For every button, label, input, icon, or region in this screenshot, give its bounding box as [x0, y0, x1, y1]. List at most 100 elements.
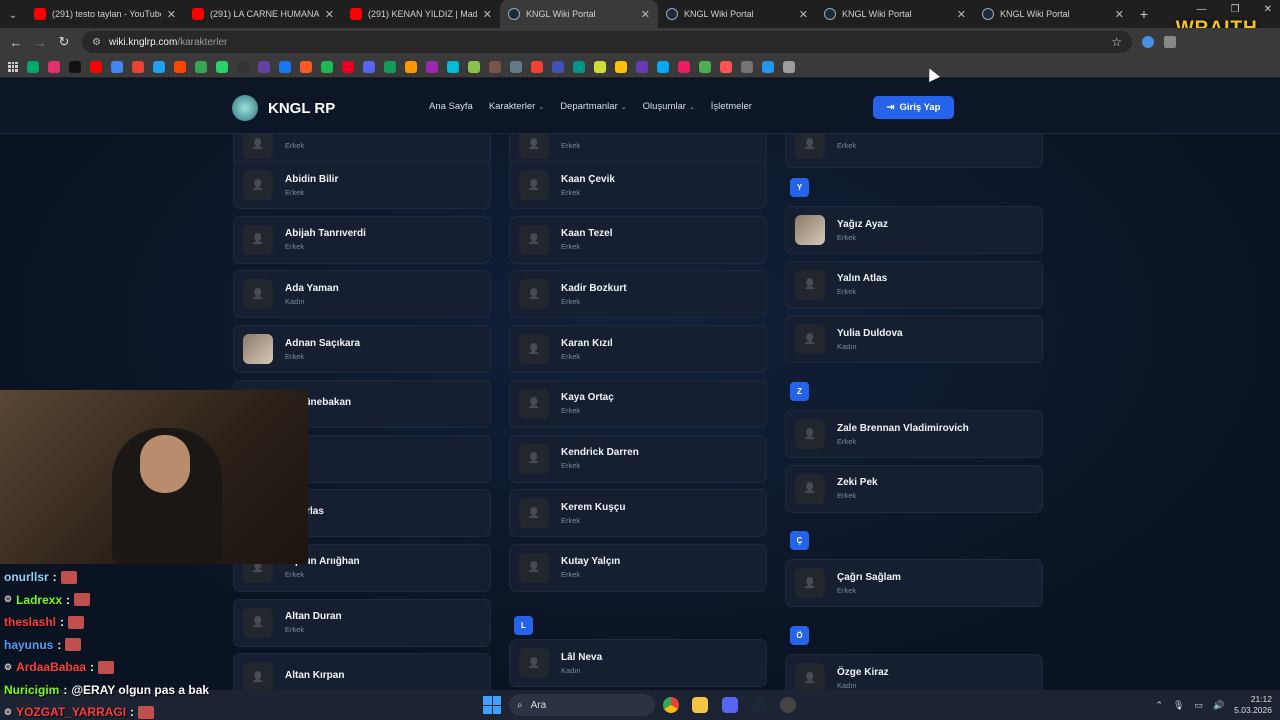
bookmark-icon[interactable]: [405, 60, 417, 73]
character-card[interactable]: 👤 Kadir Bozkurt Erkek: [509, 270, 767, 319]
bookmark-icon[interactable]: [195, 60, 207, 73]
bookmark-icon[interactable]: [90, 60, 102, 73]
bookmark-icon[interactable]: [531, 60, 543, 73]
character-card[interactable]: 👤 Altan Duran Erkek: [233, 598, 491, 647]
bookmark-icon[interactable]: [27, 60, 39, 73]
chat-username[interactable]: hayunus: [4, 638, 53, 652]
reload-icon[interactable]: ↻: [52, 34, 76, 50]
tab-close-icon[interactable]: ✕: [1115, 8, 1124, 21]
login-button[interactable]: ⇥ Giriş Yap: [873, 96, 954, 119]
network-icon[interactable]: ▭: [1194, 700, 1203, 711]
bookmark-icon[interactable]: [363, 60, 375, 73]
extension-icon[interactable]: [1142, 36, 1154, 48]
chat-username[interactable]: Ladrexx: [16, 593, 62, 607]
forward-arrow-icon[interactable]: →: [28, 35, 52, 50]
bookmark-icon[interactable]: [300, 60, 312, 73]
nav-item[interactable]: Ana Sayfa: [429, 101, 473, 112]
character-card[interactable]: 👤 Kaan Tezel Erkek: [509, 215, 767, 264]
character-card[interactable]: 👤 Altan Kırpan: [233, 653, 491, 690]
tab-close-icon[interactable]: ✕: [483, 8, 492, 21]
bookmark-icon[interactable]: [321, 60, 333, 73]
bookmark-star-icon[interactable]: ☆: [1111, 35, 1122, 49]
bookmark-icon[interactable]: [258, 60, 270, 73]
character-card[interactable]: 👤 Ada Yaman Kadın: [233, 270, 491, 319]
file-explorer-icon[interactable]: [692, 697, 708, 713]
bookmark-icon[interactable]: [657, 60, 669, 73]
bookmark-icon[interactable]: [636, 60, 648, 73]
browser-tab[interactable]: (291) LA CARNE HUMANA SE C ✕: [184, 0, 342, 28]
clock[interactable]: 21:12 5.03.2026: [1234, 694, 1272, 716]
bookmark-icon[interactable]: [48, 60, 60, 73]
character-card[interactable]: 👤 Lâl Neva Kadın: [509, 639, 767, 687]
bookmark-icon[interactable]: [762, 60, 774, 73]
apps-grid-icon[interactable]: [8, 61, 18, 72]
chat-username[interactable]: onurllsr: [4, 570, 49, 584]
bookmark-icon[interactable]: [174, 60, 186, 73]
bookmark-icon[interactable]: [489, 60, 501, 73]
nav-item[interactable]: İşletmeler: [711, 101, 752, 112]
character-card[interactable]: 👤 Çağrı Sağlam Erkek: [785, 559, 1043, 607]
tab-close-icon[interactable]: ✕: [641, 8, 650, 21]
bookmark-icon[interactable]: [594, 60, 606, 73]
chat-username[interactable]: YOZGAT_YARRAGI: [16, 705, 126, 719]
restore-icon[interactable]: ❐: [1231, 4, 1240, 15]
nav-item[interactable]: Departmanlar ⌄: [560, 101, 626, 112]
nav-item[interactable]: Oluşumlar ⌄: [643, 101, 695, 112]
steam-icon[interactable]: [751, 697, 767, 713]
character-card[interactable]: 👤 Kaan Çevik Erkek: [509, 161, 767, 209]
minimize-icon[interactable]: —: [1197, 4, 1207, 15]
character-card[interactable]: 👤 Yulia Duldova Kadın: [785, 315, 1043, 364]
tray-chevron-icon[interactable]: ⌃: [1155, 700, 1163, 711]
bookmark-icon[interactable]: [384, 60, 396, 73]
chat-username[interactable]: Nuricigim: [4, 683, 59, 697]
url-bar[interactable]: ⚙ wiki.knglrp.com/karakterler ☆: [82, 31, 1132, 53]
character-card[interactable]: 👤 Zale Brennan Vladimirovich Erkek: [785, 410, 1043, 458]
browser-tab[interactable]: KNGL Wiki Portal ✕: [658, 0, 816, 28]
volume-icon[interactable]: 🔊: [1213, 700, 1224, 711]
bookmark-icon[interactable]: [69, 60, 81, 73]
bookmark-icon[interactable]: [510, 60, 522, 73]
tab-close-icon[interactable]: ✕: [167, 8, 176, 21]
browser-tab[interactable]: KNGL Wiki Portal ✕: [974, 0, 1132, 28]
site-info-icon[interactable]: ⚙: [92, 37, 101, 48]
bookmark-icon[interactable]: [678, 60, 690, 73]
bookmark-icon[interactable]: [741, 60, 753, 73]
character-card[interactable]: 👤 Kaya Ortaç Erkek: [509, 379, 767, 428]
bookmark-icon[interactable]: [447, 60, 459, 73]
browser-tab[interactable]: KNGL Wiki Portal ✕: [500, 0, 658, 28]
bookmark-icon[interactable]: [699, 60, 711, 73]
tab-close-icon[interactable]: ✕: [957, 8, 966, 21]
chat-username[interactable]: ArdaaBabaa: [16, 660, 86, 674]
character-card[interactable]: Yağız Ayaz Erkek: [785, 206, 1043, 254]
nav-item[interactable]: Karakterler ⌄: [489, 101, 544, 112]
character-card[interactable]: 👤 Kutay Yalçın Erkek: [509, 543, 767, 592]
character-card[interactable]: 👤 Kendrick Darren Erkek: [509, 434, 767, 483]
discord-icon[interactable]: [722, 697, 738, 713]
app-icon[interactable]: [780, 697, 796, 713]
bookmark-icon[interactable]: [153, 60, 165, 73]
character-card[interactable]: 👤 Abidin Bilir Erkek: [233, 161, 491, 209]
bookmark-icon[interactable]: [615, 60, 627, 73]
character-card[interactable]: Adnan Saçıkara Erkek: [233, 325, 491, 374]
character-card[interactable]: 👤 Karan Kızıl Erkek: [509, 325, 767, 374]
bookmark-icon[interactable]: [573, 60, 585, 73]
tab-close-icon[interactable]: ✕: [799, 8, 808, 21]
back-arrow-icon[interactable]: ←: [4, 35, 28, 50]
character-card[interactable]: 👤 Özge Kiraz Kadın: [785, 654, 1043, 690]
bookmark-icon[interactable]: [426, 60, 438, 73]
bookmark-icon[interactable]: [279, 60, 291, 73]
chrome-icon[interactable]: [663, 697, 679, 713]
tab-search-chevron-icon[interactable]: ⌄: [0, 2, 26, 28]
character-card[interactable]: 👤 Kerem Kuşçu Erkek: [509, 489, 767, 538]
bookmark-icon[interactable]: [468, 60, 480, 73]
bookmark-icon[interactable]: [720, 60, 732, 73]
microphone-icon[interactable]: 🎙: [1173, 700, 1184, 711]
chat-username[interactable]: theslashl: [4, 615, 56, 629]
tab-close-icon[interactable]: ✕: [325, 8, 334, 21]
bookmark-icon[interactable]: [783, 60, 795, 73]
browser-tab[interactable]: (291) testo taylan - YouTube ✕: [26, 0, 184, 28]
windows-start-icon[interactable]: [483, 696, 501, 714]
character-card[interactable]: 👤 Abijah Tanrıverdi Erkek: [233, 215, 491, 264]
browser-tab[interactable]: KNGL Wiki Portal ✕: [816, 0, 974, 28]
taskbar-search[interactable]: ⌕ Ara: [509, 694, 655, 716]
